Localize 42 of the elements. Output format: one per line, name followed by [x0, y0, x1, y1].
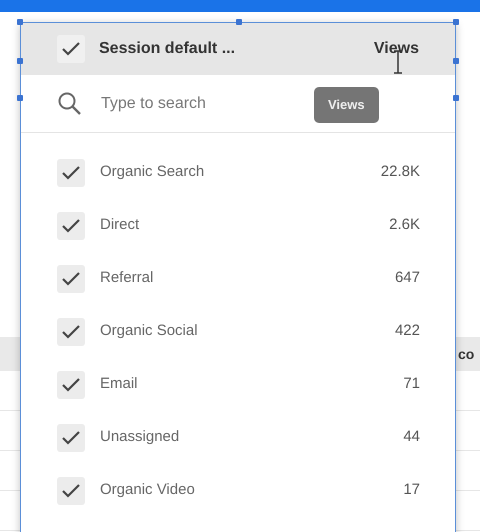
resize-handle[interactable]: [17, 58, 23, 64]
resize-handle[interactable]: [453, 95, 459, 101]
check-icon: [61, 164, 81, 180]
checkbox[interactable]: [57, 158, 85, 186]
metric-label: Views: [374, 39, 419, 59]
item-label[interactable]: Organic Social: [100, 320, 395, 343]
column-header: co: [457, 344, 476, 364]
checkbox[interactable]: [57, 264, 85, 292]
check-icon: [61, 482, 81, 498]
item-value: 71: [403, 374, 420, 394]
item-value: 647: [394, 268, 420, 288]
item-value: 44: [403, 427, 420, 448]
check-icon: [61, 218, 81, 234]
item-label[interactable]: Unassigned: [100, 426, 404, 449]
checkbox[interactable]: [57, 424, 85, 452]
item-value: 422: [394, 321, 420, 342]
item-value: 17: [403, 480, 420, 500]
item-label[interactable]: Email: [100, 373, 404, 396]
item-label[interactable]: Organic Video: [100, 479, 404, 502]
checkbox[interactable]: [57, 370, 85, 398]
checkbox[interactable]: [57, 476, 85, 504]
dimension-label: Session default ...: [99, 39, 236, 59]
checkbox[interactable]: [57, 318, 85, 346]
resize-handle[interactable]: [236, 19, 242, 25]
item-label[interactable]: Referral: [100, 267, 395, 290]
check-icon: [61, 376, 81, 392]
item-label[interactable]: Organic Search: [100, 161, 381, 184]
item-label[interactable]: Direct: [100, 214, 390, 237]
item-value: 22.8K: [380, 162, 420, 182]
item-value: 2.6K: [389, 215, 420, 236]
resize-handle[interactable]: [453, 19, 459, 25]
checkbox[interactable]: [57, 212, 85, 240]
tooltip: Views: [314, 87, 379, 122]
search-icon: [57, 90, 83, 116]
resize-handle[interactable]: [17, 19, 23, 25]
resize-handle[interactable]: [453, 58, 459, 64]
check-icon: [61, 430, 81, 446]
checkbox[interactable]: [57, 35, 85, 63]
check-icon: [61, 324, 81, 340]
check-icon: [61, 270, 81, 286]
resize-handle[interactable]: [17, 95, 23, 101]
check-icon: [61, 41, 81, 57]
